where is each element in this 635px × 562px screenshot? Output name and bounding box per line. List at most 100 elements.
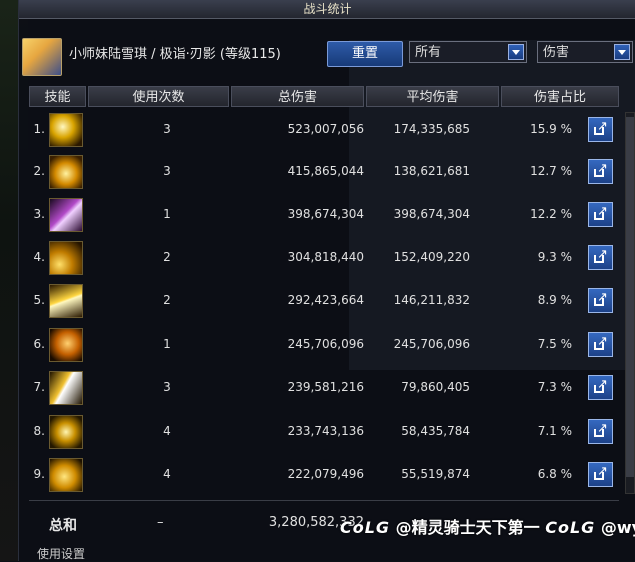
row-average: 55,519,874 <box>401 467 470 481</box>
row-count: 3 <box>163 380 171 394</box>
share-icon[interactable] <box>588 462 613 487</box>
golden-spin-icon <box>49 458 83 492</box>
column-skill[interactable]: 技能 <box>29 86 86 107</box>
row-rank: 4. <box>33 250 45 264</box>
row-share: 7.3 % <box>537 380 572 394</box>
window-title: 战斗统计 <box>19 0 635 19</box>
share-icon[interactable] <box>588 245 613 270</box>
row-total: 239,581,216 <box>287 380 364 394</box>
row-rank: 9. <box>33 467 45 481</box>
share-icon[interactable] <box>588 332 613 357</box>
row-total: 233,743,136 <box>287 424 364 438</box>
row-count: 1 <box>163 337 171 351</box>
chevron-down-icon[interactable] <box>508 44 524 60</box>
share-icon[interactable] <box>588 419 613 444</box>
watermark: CoLG @精灵骑士天下第一 CoLG @wyllll <box>340 514 635 538</box>
watermark-logo: CoLG <box>340 518 391 537</box>
row-share: 9.3 % <box>537 250 572 264</box>
row-rank: 5. <box>33 293 45 307</box>
row-average: 146,211,832 <box>393 293 470 307</box>
row-share: 7.1 % <box>537 424 572 438</box>
row-total: 292,423,664 <box>287 293 364 307</box>
battle-stats-window: 战斗统计 小师妹陆雪琪 / 极诣·刃影 (等级115) 重置 所有 伤害 技能 … <box>18 0 635 561</box>
share-icon[interactable] <box>588 288 613 313</box>
violet-blade-icon <box>49 198 83 232</box>
scrollbar-thumb[interactable] <box>626 117 634 477</box>
table-row[interactable]: 4. 2 304,818,440 152,409,220 9.3 % <box>19 238 619 278</box>
row-share: 12.2 % <box>530 207 572 221</box>
row-share: 7.5 % <box>537 337 572 351</box>
golden-wave-icon <box>49 284 83 318</box>
row-rank: 2. <box>33 164 45 178</box>
row-rank: 6. <box>33 337 45 351</box>
share-icon[interactable] <box>588 117 613 142</box>
row-share: 12.7 % <box>530 164 572 178</box>
share-icon[interactable] <box>588 202 613 227</box>
table-row[interactable]: 6. 1 245,706,096 245,706,096 7.5 % <box>19 325 619 365</box>
scope-dropdown[interactable]: 所有 <box>409 41 527 63</box>
row-total: 523,007,056 <box>287 122 364 136</box>
table-row[interactable]: 8. 4 233,743,136 58,435,784 7.1 % <box>19 412 619 452</box>
character-avatar <box>22 38 62 76</box>
column-total[interactable]: 总伤害 <box>231 86 364 107</box>
row-rank: 3. <box>33 207 45 221</box>
row-average: 152,409,220 <box>393 250 470 264</box>
table-scrollbar[interactable] <box>625 112 635 494</box>
row-rank: 7. <box>33 380 45 394</box>
light-slash-icon <box>49 371 83 405</box>
column-share[interactable]: 伤害占比 <box>501 86 619 107</box>
table-row[interactable]: 7. 3 239,581,216 79,860,405 7.3 % <box>19 368 619 408</box>
reset-button[interactable]: 重置 <box>327 41 403 67</box>
golden-burst-icon <box>49 155 83 189</box>
row-total: 245,706,096 <box>287 337 364 351</box>
character-name: 小师妹陆雪琪 / 极诣·刃影 (等级115) <box>69 47 281 62</box>
row-total: 398,674,304 <box>287 207 364 221</box>
table-row[interactable]: 3. 1 398,674,304 398,674,304 12.2 % <box>19 195 619 235</box>
golden-strike-icon <box>49 241 83 275</box>
row-average: 79,860,405 <box>401 380 470 394</box>
scope-dropdown-value: 所有 <box>415 45 442 60</box>
column-average[interactable]: 平均伤害 <box>366 86 499 107</box>
tab-usage-settings[interactable]: 使用设置 <box>37 545 85 562</box>
row-average: 174,335,685 <box>393 122 470 136</box>
share-icon[interactable] <box>588 159 613 184</box>
row-count: 3 <box>163 122 171 136</box>
watermark-logo-2: CoLG <box>545 518 596 537</box>
chevron-down-icon[interactable] <box>614 44 630 60</box>
table-row[interactable]: 5. 2 292,423,664 146,211,832 8.9 % <box>19 281 619 321</box>
row-average: 245,706,096 <box>393 337 470 351</box>
summary-label: 总和 <box>49 518 77 534</box>
row-share: 15.9 % <box>530 122 572 136</box>
row-total: 415,865,044 <box>287 164 364 178</box>
column-count[interactable]: 使用次数 <box>88 86 229 107</box>
row-count: 4 <box>163 467 171 481</box>
summary-divider <box>29 500 619 501</box>
table-row[interactable]: 2. 3 415,865,044 138,621,681 12.7 % <box>19 152 619 192</box>
golden-vortex-icon <box>49 415 83 449</box>
row-count: 2 <box>163 293 171 307</box>
row-total: 304,818,440 <box>287 250 364 264</box>
row-count: 3 <box>163 164 171 178</box>
golden-slash-icon <box>49 113 83 147</box>
row-count: 2 <box>163 250 171 264</box>
metric-dropdown-value: 伤害 <box>543 45 570 60</box>
row-total: 222,079,496 <box>287 467 364 481</box>
row-count: 1 <box>163 207 171 221</box>
fire-orb-icon <box>49 328 83 362</box>
metric-dropdown[interactable]: 伤害 <box>537 41 633 63</box>
summary-count: – <box>157 515 164 530</box>
row-average: 138,621,681 <box>393 164 470 178</box>
row-average: 58,435,784 <box>401 424 470 438</box>
watermark-text: @精灵骑士天下第一 <box>395 518 540 537</box>
row-count: 4 <box>163 424 171 438</box>
row-average: 398,674,304 <box>393 207 470 221</box>
table-row[interactable]: 9. 4 222,079,496 55,519,874 6.8 % <box>19 455 619 495</box>
row-share: 8.9 % <box>537 293 572 307</box>
row-share: 6.8 % <box>537 467 572 481</box>
watermark-text-2: @wyllll <box>600 518 635 537</box>
row-rank: 8. <box>33 424 45 438</box>
table-row[interactable]: 1. 3 523,007,056 174,335,685 15.9 % <box>19 110 619 150</box>
share-icon[interactable] <box>588 375 613 400</box>
stats-header: 小师妹陆雪琪 / 极诣·刃影 (等级115) 重置 所有 伤害 <box>19 34 635 76</box>
row-rank: 1. <box>33 122 45 136</box>
